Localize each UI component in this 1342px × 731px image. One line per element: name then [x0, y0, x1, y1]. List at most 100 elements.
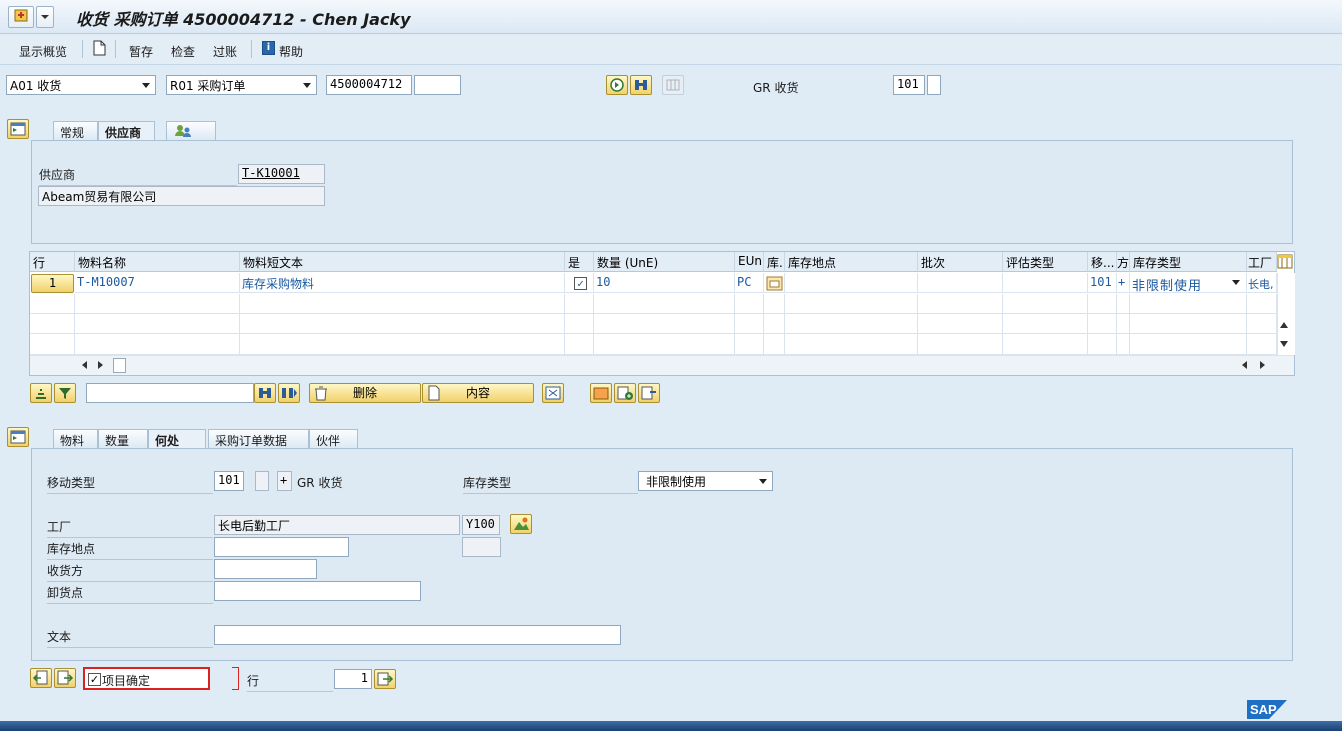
plant-map-icon[interactable] [510, 514, 532, 534]
find-icon[interactable] [630, 75, 652, 95]
cell-mvt[interactable]: 101 [1088, 273, 1117, 293]
empty-cell[interactable] [1003, 294, 1088, 314]
menu-icon[interactable] [8, 6, 34, 28]
tab-quantity[interactable]: 数量 [98, 429, 148, 449]
row-line-number[interactable]: 1 [31, 274, 74, 293]
scroll-right-icon[interactable] [98, 361, 103, 369]
empty-cell[interactable] [1003, 334, 1088, 355]
empty-cell[interactable] [565, 314, 594, 334]
empty-cell[interactable] [1130, 334, 1247, 355]
hold-button[interactable]: 暂存 [129, 43, 153, 60]
cell-uom[interactable]: PC [735, 273, 764, 293]
cell-batch[interactable] [918, 273, 1003, 293]
cell-direction[interactable]: + [1117, 273, 1130, 293]
col-header-short-text[interactable]: 物料短文本 [240, 252, 565, 272]
col-header-mvt[interactable]: 移... [1088, 252, 1117, 272]
scroll-right-end-icon[interactable] [1260, 361, 1265, 369]
item-ok-checkbox[interactable]: ✓ [88, 673, 101, 686]
unloading-point-input[interactable] [214, 581, 421, 601]
col-header-direction[interactable]: 方 [1117, 252, 1130, 272]
scroll-left-icon[interactable] [82, 361, 87, 369]
cell-material[interactable]: T-M10007 [75, 273, 240, 293]
empty-cell[interactable] [1130, 294, 1247, 314]
empty-cell[interactable] [1247, 334, 1277, 355]
empty-cell[interactable] [735, 334, 764, 355]
po-number-input[interactable]: 4500004712 [326, 75, 412, 95]
tab-po-data[interactable]: 采购订单数据 [208, 429, 309, 449]
sort-asc-icon[interactable] [30, 383, 52, 403]
row-selector[interactable]: 1 [30, 273, 75, 294]
empty-cell[interactable] [1117, 314, 1130, 334]
cell-ok[interactable]: ✓ [565, 273, 594, 293]
empty-cell[interactable] [75, 334, 240, 355]
cell-sloc[interactable] [785, 273, 918, 293]
empty-cell[interactable] [594, 314, 735, 334]
stock-type-select[interactable]: 非限制使用 [638, 471, 773, 491]
empty-cell[interactable] [75, 294, 240, 314]
cell-plant[interactable]: 长电, [1247, 273, 1277, 293]
vendor-id-field[interactable]: T-K10001 [238, 164, 325, 184]
empty-cell[interactable] [30, 294, 75, 314]
grid-search-input[interactable] [86, 383, 254, 403]
empty-cell[interactable] [1247, 294, 1277, 314]
sloc-input[interactable] [214, 537, 349, 557]
horizontal-scrollbar[interactable] [30, 355, 1294, 375]
empty-cell[interactable] [1088, 334, 1117, 355]
po-item-input[interactable] [414, 75, 461, 95]
cell-stock[interactable] [764, 273, 785, 293]
empty-cell[interactable] [1088, 294, 1117, 314]
empty-cell[interactable] [240, 314, 565, 334]
empty-cell[interactable] [565, 334, 594, 355]
empty-cell[interactable] [764, 294, 785, 314]
empty-cell[interactable] [785, 314, 918, 334]
empty-cell[interactable] [1003, 314, 1088, 334]
next-item-icon[interactable] [54, 668, 76, 688]
scroll-up-icon[interactable] [1280, 322, 1288, 328]
cell-valuation[interactable] [1003, 273, 1088, 293]
empty-cell[interactable] [735, 294, 764, 314]
go-to-line-icon[interactable] [374, 669, 396, 689]
post-button[interactable]: 过账 [213, 43, 237, 60]
cell-short-text[interactable]: 库存采购物料 [240, 273, 565, 293]
empty-cell[interactable] [1117, 294, 1130, 314]
empty-cell[interactable] [918, 314, 1003, 334]
empty-cell[interactable] [565, 294, 594, 314]
col-header-batch[interactable]: 批次 [918, 252, 1003, 272]
col-header-valuation[interactable]: 评估类型 [1003, 252, 1088, 272]
show-overview-button[interactable]: 显示概览 [19, 43, 67, 60]
tab-general[interactable]: 常规 [53, 121, 98, 141]
stock-overview-icon[interactable] [590, 383, 612, 403]
empty-cell[interactable] [1088, 314, 1117, 334]
execute-icon[interactable] [606, 75, 628, 95]
mvt-special-input[interactable] [927, 75, 941, 95]
empty-cell[interactable] [240, 334, 565, 355]
empty-cell[interactable] [594, 334, 735, 355]
col-header-sloc[interactable]: 库存地点 [785, 252, 918, 272]
empty-cell[interactable] [1130, 314, 1247, 334]
stock-type-dropdown-icon[interactable] [1232, 280, 1240, 285]
new-document-icon[interactable] [92, 40, 106, 59]
expand-icon[interactable] [542, 383, 564, 403]
help-button[interactable]: 帮助 [279, 43, 303, 60]
empty-cell[interactable] [785, 294, 918, 314]
empty-cell[interactable] [30, 334, 75, 355]
tab-partner[interactable]: 伙伴 [309, 429, 358, 449]
empty-cell[interactable] [240, 294, 565, 314]
delete-button[interactable]: 删除 [309, 383, 421, 403]
scroll-thumb[interactable] [113, 358, 126, 373]
empty-cell[interactable] [30, 314, 75, 334]
mvt-type-input[interactable]: 101 [214, 471, 244, 491]
col-header-stock[interactable]: 库... [764, 252, 785, 272]
col-header-ok[interactable]: 是 [565, 252, 594, 272]
info-icon[interactable]: i [262, 41, 275, 55]
check-button[interactable]: 检查 [171, 43, 195, 60]
empty-cell[interactable] [918, 294, 1003, 314]
find-icon[interactable] [254, 383, 276, 403]
column-config-icon[interactable] [1277, 253, 1294, 271]
col-header-stock-type[interactable]: 库存类型 [1130, 252, 1247, 272]
empty-cell[interactable] [75, 314, 240, 334]
tab-where[interactable]: 何处 [148, 429, 206, 449]
grid-settings-icon[interactable] [662, 75, 684, 95]
empty-cell[interactable] [735, 314, 764, 334]
scroll-left-end-icon[interactable] [1242, 361, 1247, 369]
